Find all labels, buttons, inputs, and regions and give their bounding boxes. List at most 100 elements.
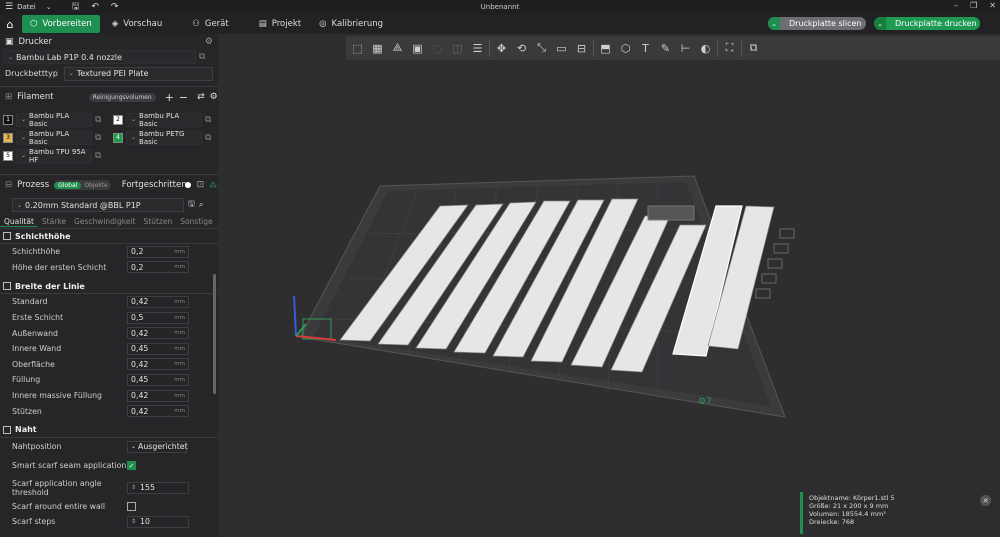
file-menu[interactable]: ☰ Datei ⌄ 🖫 ↶ ↷ [0, 0, 140, 15]
edit-icon[interactable]: ⧉ [199, 52, 205, 62]
global-option[interactable]: Global [54, 181, 82, 189]
maximize-icon[interactable]: ❐ [970, 1, 977, 10]
tab-strength[interactable]: Stärke [38, 217, 70, 226]
objects-option[interactable]: Objekte [81, 182, 110, 189]
bed-type-select[interactable]: ⌄ Textured PEI Plate [63, 66, 213, 81]
chevron-down-icon[interactable]: ⌄ [874, 17, 886, 30]
filament-slot[interactable]: 2 ⌄ Bambu PLA Basic ⧉ [113, 111, 211, 128]
steps-stepper[interactable]: ⇕ 10 [127, 515, 189, 528]
setting-value[interactable]: 0,45 [131, 375, 148, 384]
filament-select[interactable]: ⌄ Bambu TPU 95A HF [16, 148, 92, 164]
setting-input[interactable]: 0,2 mm [127, 261, 189, 274]
edit-icon[interactable]: ⧉ [95, 151, 101, 161]
search-icon[interactable]: ⌕ [199, 200, 203, 210]
tab-quality[interactable]: Qualität [0, 217, 38, 227]
chevron-down-icon[interactable]: ⌄ [768, 17, 780, 30]
settings-icon[interactable]: ⚙ [210, 92, 218, 102]
process-preset-select[interactable]: ⌄ 0.20mm Standard @BBL P1P [12, 198, 184, 212]
tab-prepare[interactable]: ⬡ Vorbereiten [22, 15, 100, 33]
setting-input[interactable]: 0,42 mm [127, 405, 189, 418]
filament-select[interactable]: ⌄ Bambu PLA Basic [126, 112, 202, 128]
flush-volume-button[interactable]: Reinigungsvolumen [88, 92, 156, 102]
tab-speed[interactable]: Geschwindigkeit [70, 217, 140, 226]
filament-select[interactable]: ⌄ Bambu PETG Basic [126, 130, 202, 146]
setting-value[interactable]: 0,42 [131, 297, 148, 306]
setting-value[interactable]: 0,42 [131, 391, 148, 400]
setting-input[interactable]: 0,5 mm [127, 311, 189, 324]
plate-orient-icon[interactable] [773, 243, 789, 254]
setting-value[interactable]: 0,42 [131, 329, 148, 338]
setting-input[interactable]: 0,42 mm [127, 389, 189, 402]
plate-arrange-icon[interactable] [767, 258, 783, 269]
edit-icon[interactable]: ⧉ [205, 115, 211, 125]
filament-slot[interactable]: 3 ⌄ Bambu PLA Basic ⧉ [3, 129, 101, 146]
filament-slot[interactable]: 1 ⌄ Bambu PLA Basic ⧉ [3, 111, 101, 128]
filament-select[interactable]: ⌄ Bambu PLA Basic [16, 112, 92, 128]
filament-color-swatch[interactable]: 4 [113, 132, 123, 143]
printer-select[interactable]: ⌄ Bambu Lab P1P 0.4 nozzle [3, 50, 196, 64]
smart-scarf-checkbox[interactable]: ✓ [127, 461, 136, 471]
slice-plate-button[interactable]: ⌄ Druckplatte slicen [768, 17, 866, 30]
plate-delete-icon[interactable] [779, 228, 795, 239]
setting-input[interactable]: 0,42 mm [127, 327, 189, 340]
grid-icon[interactable]: ⁂ [209, 181, 217, 190]
settings-icon[interactable]: ⚙ [205, 37, 213, 47]
close-icon[interactable]: ✕ [980, 495, 991, 506]
filament-color-swatch[interactable]: 1 [3, 114, 13, 125]
3d-viewport[interactable]: ⬚ ▦ ⟁ ▣ ◌ ◫ ☰ ✥ ⟲ ⤡ ▭ ⊟ ⬒ ⬡ T ✎ ⊢ ◐ ⛶ ⧉ [218, 34, 1000, 537]
edit-icon[interactable]: ⧉ [95, 115, 101, 125]
tab-calibration[interactable]: ◎ Kalibrierung [311, 15, 391, 33]
minimize-icon[interactable]: – [954, 1, 958, 10]
close-icon[interactable]: ✕ [989, 1, 996, 10]
hamburger-icon[interactable]: ☰ [5, 2, 13, 12]
tab-supports[interactable]: Stützen [140, 217, 177, 226]
setting-input[interactable]: 0,42 mm [127, 358, 189, 371]
print-plate-button[interactable]: ⌄ Druckplatte drucken [874, 17, 980, 30]
filament-color-swatch[interactable]: 2 [113, 114, 123, 125]
setting-value[interactable]: 0,42 [131, 407, 148, 416]
save-preset-icon[interactable]: 🖫 [188, 198, 195, 212]
sidebar-scrollbar[interactable] [213, 274, 216, 394]
filament-color-swatch[interactable]: 3 [3, 132, 13, 143]
setting-value[interactable]: 10 [140, 517, 150, 526]
remove-icon[interactable]: − [179, 91, 188, 104]
filament-slot[interactable]: 5 ⌄ Bambu TPU 95A HF ⧉ [3, 147, 101, 164]
filament-slot[interactable]: 4 ⌄ Bambu PETG Basic ⧉ [113, 129, 211, 146]
home-icon[interactable]: ⌂ [0, 18, 20, 31]
add-icon[interactable]: + [165, 91, 174, 104]
sync-icon[interactable]: ⇄ [197, 92, 205, 102]
tab-others[interactable]: Sonstige [176, 217, 216, 226]
file-menu-label[interactable]: Datei [17, 3, 36, 11]
global-objects-toggle[interactable]: Global Objekte [54, 180, 111, 190]
setting-value[interactable]: 0,2 [131, 263, 143, 272]
setting-value[interactable]: 0,42 [131, 360, 148, 369]
build-plate-scene[interactable]: ⚙7 [218, 34, 1000, 537]
stepper-icon[interactable]: ⇕ [131, 484, 136, 491]
setting-value[interactable]: 155 [140, 483, 155, 492]
undo-icon[interactable]: ↶ [91, 2, 99, 12]
setting-value[interactable]: 0,5 [131, 313, 143, 322]
filament-color-swatch[interactable]: 5 [3, 150, 13, 161]
setting-value[interactable]: 0,2 [131, 247, 143, 256]
tab-project[interactable]: ▤ Projekt [251, 15, 309, 33]
angle-stepper[interactable]: ⇕ 155 [127, 481, 189, 494]
setting-input[interactable]: 0,2 mm [127, 245, 189, 258]
setting-value[interactable]: 0,45 [131, 344, 148, 353]
edit-icon[interactable]: ⧉ [205, 133, 211, 143]
plate-lock-icon[interactable] [761, 273, 777, 284]
tab-preview[interactable]: ◈ Vorschau [104, 15, 170, 33]
compare-icon[interactable]: ⊡ [197, 180, 205, 190]
save-icon[interactable]: 🖫 [72, 0, 80, 15]
chevron-down-icon[interactable]: ⌄ [46, 3, 52, 11]
redo-icon[interactable]: ↷ [111, 2, 119, 12]
plate-settings-icon[interactable] [755, 288, 771, 299]
stepper-icon[interactable]: ⇕ [131, 518, 136, 525]
scarf-around-checkbox[interactable] [127, 501, 136, 511]
setting-input[interactable]: 0,45 mm [127, 373, 189, 386]
edit-icon[interactable]: ⧉ [95, 133, 101, 143]
filament-select[interactable]: ⌄ Bambu PLA Basic [16, 130, 92, 146]
setting-input[interactable]: 0,42 mm [127, 295, 189, 308]
seam-position-select[interactable]: ⌄ Ausgerichtet [127, 440, 188, 453]
setting-input[interactable]: 0,45 mm [127, 342, 189, 355]
tab-device[interactable]: ⚇ Gerät [184, 15, 236, 33]
